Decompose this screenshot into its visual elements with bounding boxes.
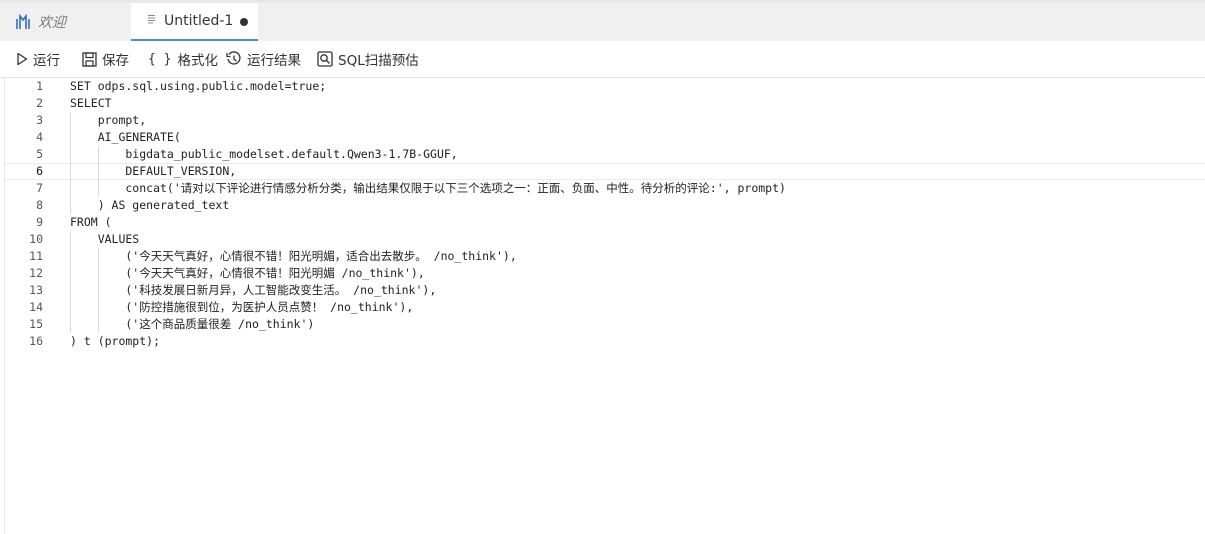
line-number: 10	[29, 232, 43, 246]
code-line-1[interactable]: 1 SET odps.sql.using.public.model=true;	[5, 78, 1205, 95]
code-text: ('这个商品质量很差 /no_think')	[70, 317, 315, 331]
line-number: 2	[36, 96, 43, 110]
history-icon	[226, 51, 241, 65]
indent-guide	[70, 231, 71, 333]
tab-welcome-label: 欢迎	[38, 15, 66, 31]
indent-guide	[98, 146, 99, 197]
code-text: ('今天天气真好，心情很不错！阳光明媚，适合出去散步。 /no_think'),	[70, 249, 517, 263]
line-number: 8	[36, 198, 43, 212]
format-button-label: 格式化	[177, 53, 218, 69]
code-line-8[interactable]: 8 ) AS generated_text	[5, 197, 1205, 214]
save-button[interactable]: 保存	[82, 41, 129, 77]
code-line-11[interactable]: 11 ('今天天气真好，心情很不错！阳光明媚，适合出去散步。 /no_think…	[5, 248, 1205, 265]
line-number: 14	[29, 300, 43, 314]
scan-icon	[317, 51, 333, 67]
save-icon	[82, 51, 97, 67]
code-text: ('科技发展日新月异，人工智能改变生活。 /no_think'),	[70, 283, 437, 297]
line-number: 13	[29, 283, 43, 297]
code-text: bigdata_public_modelset.default.Qwen3-1.…	[70, 147, 458, 161]
code-text: DEFAULT_VERSION,	[70, 164, 237, 178]
run-results-button[interactable]: 运行结果	[226, 41, 301, 77]
code-text: ('今天天气真好，心情很不错！阳光明媚 /no_think'),	[70, 266, 425, 280]
format-button[interactable]: { } 格式化	[148, 41, 218, 77]
indent-guide	[98, 248, 99, 333]
line-number: 1	[36, 79, 43, 93]
code-text: ) AS generated_text	[70, 198, 230, 212]
run-results-label: 运行结果	[247, 53, 301, 69]
indent-guide	[70, 112, 71, 214]
line-number: 7	[36, 181, 43, 195]
code-line-2[interactable]: 2 SELECT	[5, 95, 1205, 112]
line-number: 16	[29, 334, 43, 348]
code-line-3[interactable]: 3 prompt,	[5, 112, 1205, 129]
code-line-10[interactable]: 10 VALUES	[5, 231, 1205, 248]
code-text: concat('请对以下评论进行情感分析分类，输出结果仅限于以下三个选项之一：正…	[70, 181, 786, 195]
code-text: FROM (	[70, 215, 112, 229]
code-line-13[interactable]: 13 ('科技发展日新月异，人工智能改变生活。 /no_think'),	[5, 282, 1205, 299]
tab-welcome[interactable]: 欢迎	[0, 3, 130, 41]
code-line-9[interactable]: 9 FROM (	[5, 214, 1205, 231]
line-number: 5	[36, 147, 43, 161]
tab-bar: 欢迎 Untitled-1	[0, 0, 1205, 41]
tab-untitled-1[interactable]: Untitled-1	[131, 3, 258, 41]
code-text: ) t (prompt);	[70, 334, 161, 348]
braces-icon: { }	[148, 51, 172, 67]
code-text: prompt,	[70, 113, 147, 127]
code-text: AI_GENERATE(	[70, 130, 181, 144]
run-button-label: 运行	[33, 53, 60, 69]
save-button-label: 保存	[102, 53, 129, 69]
line-number: 6	[36, 164, 43, 178]
code-line-5[interactable]: 5 bigdata_public_modelset.default.Qwen3-…	[5, 146, 1205, 163]
code-line-12[interactable]: 12 ('今天天气真好，心情很不错！阳光明媚 /no_think'),	[5, 265, 1205, 282]
line-number: 12	[29, 266, 43, 280]
toolbar: 运行 保存 { } 格式化 运行结果 SQL扫描预估	[0, 41, 1205, 78]
line-number: 9	[36, 215, 43, 229]
code-line-7[interactable]: 7 concat('请对以下评论进行情感分析分类，输出结果仅限于以下三个选项之一…	[5, 180, 1205, 197]
code-editor[interactable]: 1 SET odps.sql.using.public.model=true; 2…	[4, 78, 1205, 534]
code-text: SET odps.sql.using.public.model=true;	[70, 79, 327, 93]
sql-scan-estimate-label: SQL扫描预估	[338, 53, 419, 69]
play-icon	[17, 52, 28, 66]
line-number: 15	[29, 317, 43, 331]
line-number: 11	[29, 249, 43, 263]
code-line-14[interactable]: 14 ('防控措施很到位，为医护人员点赞！ /no_think'),	[5, 299, 1205, 316]
tab-untitled-label: Untitled-1	[164, 13, 234, 29]
code-text: VALUES	[70, 232, 140, 246]
line-number: 4	[36, 130, 43, 144]
code-line-16[interactable]: 16 ) t (prompt);	[5, 333, 1205, 350]
code-text: SELECT	[70, 96, 112, 110]
sql-scan-estimate-button[interactable]: SQL扫描预估	[317, 41, 419, 77]
run-button[interactable]: 运行	[16, 41, 60, 77]
unsaved-dot-icon[interactable]	[240, 18, 248, 26]
code-line-15[interactable]: 15 ('这个商品质量很差 /no_think')	[5, 316, 1205, 333]
code-line-6-current[interactable]: 6 DEFAULT_VERSION,	[5, 163, 1205, 180]
code-text: ('防控措施很到位，为医护人员点赞！ /no_think'),	[70, 300, 414, 314]
code-line-4[interactable]: 4 AI_GENERATE(	[5, 129, 1205, 146]
maxcompute-logo-icon	[16, 13, 30, 30]
file-icon	[147, 13, 156, 29]
line-number: 3	[36, 113, 43, 127]
